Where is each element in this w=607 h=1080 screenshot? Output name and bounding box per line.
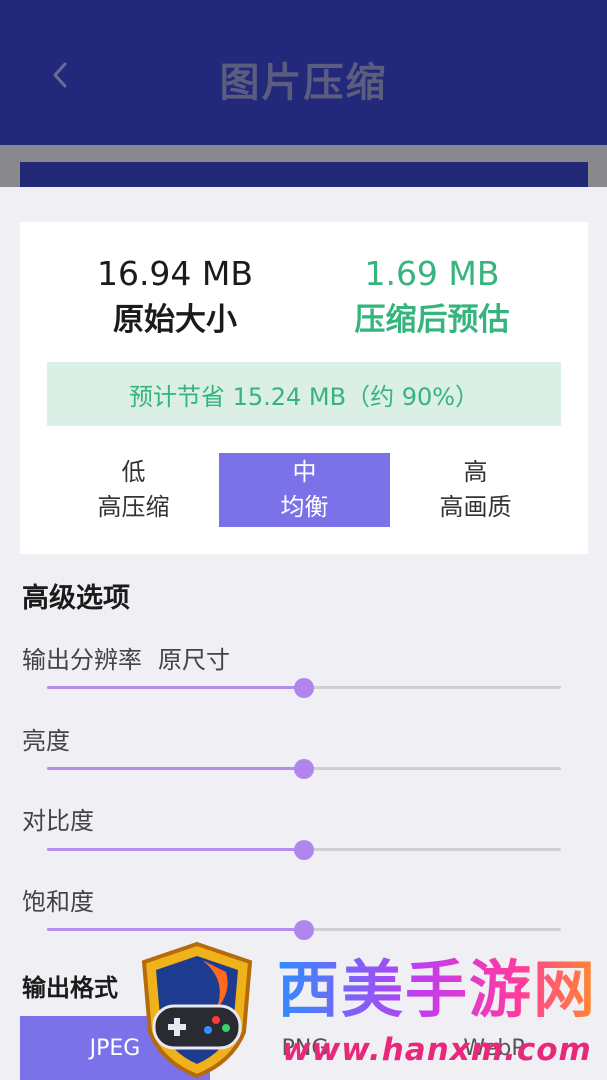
compressed-size-value: 1.69 MB xyxy=(364,254,500,293)
level-medium-button[interactable]: 中 均衡 xyxy=(219,453,390,527)
original-size-stat: 16.94 MB 原始大小 xyxy=(45,252,305,344)
level-high-button[interactable]: 高 高画质 xyxy=(390,453,561,527)
resolution-label: 输出分辨率 xyxy=(22,646,142,674)
brightness-slider[interactable] xyxy=(47,759,561,779)
slider-thumb[interactable] xyxy=(294,759,314,779)
watermark-brand: 西美手游网 xyxy=(277,953,598,1026)
page-title: 图片压缩 xyxy=(219,60,388,106)
slider-fill xyxy=(47,848,304,851)
level-low-name: 低 xyxy=(121,458,146,486)
saturation-label: 饱和度 xyxy=(22,888,94,916)
contrast-label: 对比度 xyxy=(22,807,94,835)
slider-thumb[interactable] xyxy=(294,840,314,860)
level-medium-desc: 均衡 xyxy=(280,493,329,521)
slider-thumb[interactable] xyxy=(294,920,314,940)
slider-fill xyxy=(47,767,304,770)
resolution-slider[interactable] xyxy=(47,678,561,698)
brightness-label: 亮度 xyxy=(22,727,70,755)
gamepad-shield-icon xyxy=(141,941,253,1079)
slider-fill xyxy=(47,686,304,689)
level-high-name: 高 xyxy=(463,458,488,486)
summary-card: 16.94 MB 原始大小 1.69 MB 压缩后预估 预计节省 15.24 M… xyxy=(20,222,588,554)
level-high-desc: 高画质 xyxy=(439,493,512,521)
watermark-url: www.hanxm.com xyxy=(282,1032,592,1068)
dimmed-background xyxy=(0,145,607,187)
dimmed-panel xyxy=(20,162,588,187)
watermark-overlay: 西美手游网 www.hanxm.com xyxy=(132,940,602,1080)
level-medium-name: 中 xyxy=(292,458,317,486)
output-format-title: 输出格式 xyxy=(22,974,118,1002)
advanced-options-title: 高级选项 xyxy=(22,583,130,614)
slider-thumb[interactable] xyxy=(294,678,314,698)
level-low-desc: 高压缩 xyxy=(97,493,170,521)
contrast-slider[interactable] xyxy=(47,840,561,860)
app-header: 图片压缩 xyxy=(0,0,607,145)
original-size-value: 16.94 MB xyxy=(96,254,254,293)
resolution-value: 原尺寸 xyxy=(158,646,230,674)
slider-fill xyxy=(47,928,304,931)
savings-banner: 预计节省 15.24 MB（约 90%） xyxy=(47,362,561,426)
resolution-label-row: 输出分辨率 原尺寸 xyxy=(22,640,230,675)
compressed-size-label: 压缩后预估 xyxy=(354,302,510,338)
original-size-label: 原始大小 xyxy=(113,302,237,338)
saturation-slider[interactable] xyxy=(47,920,561,940)
level-low-button[interactable]: 低 高压缩 xyxy=(48,453,219,527)
compressed-size-stat: 1.69 MB 压缩后预估 xyxy=(302,252,562,344)
